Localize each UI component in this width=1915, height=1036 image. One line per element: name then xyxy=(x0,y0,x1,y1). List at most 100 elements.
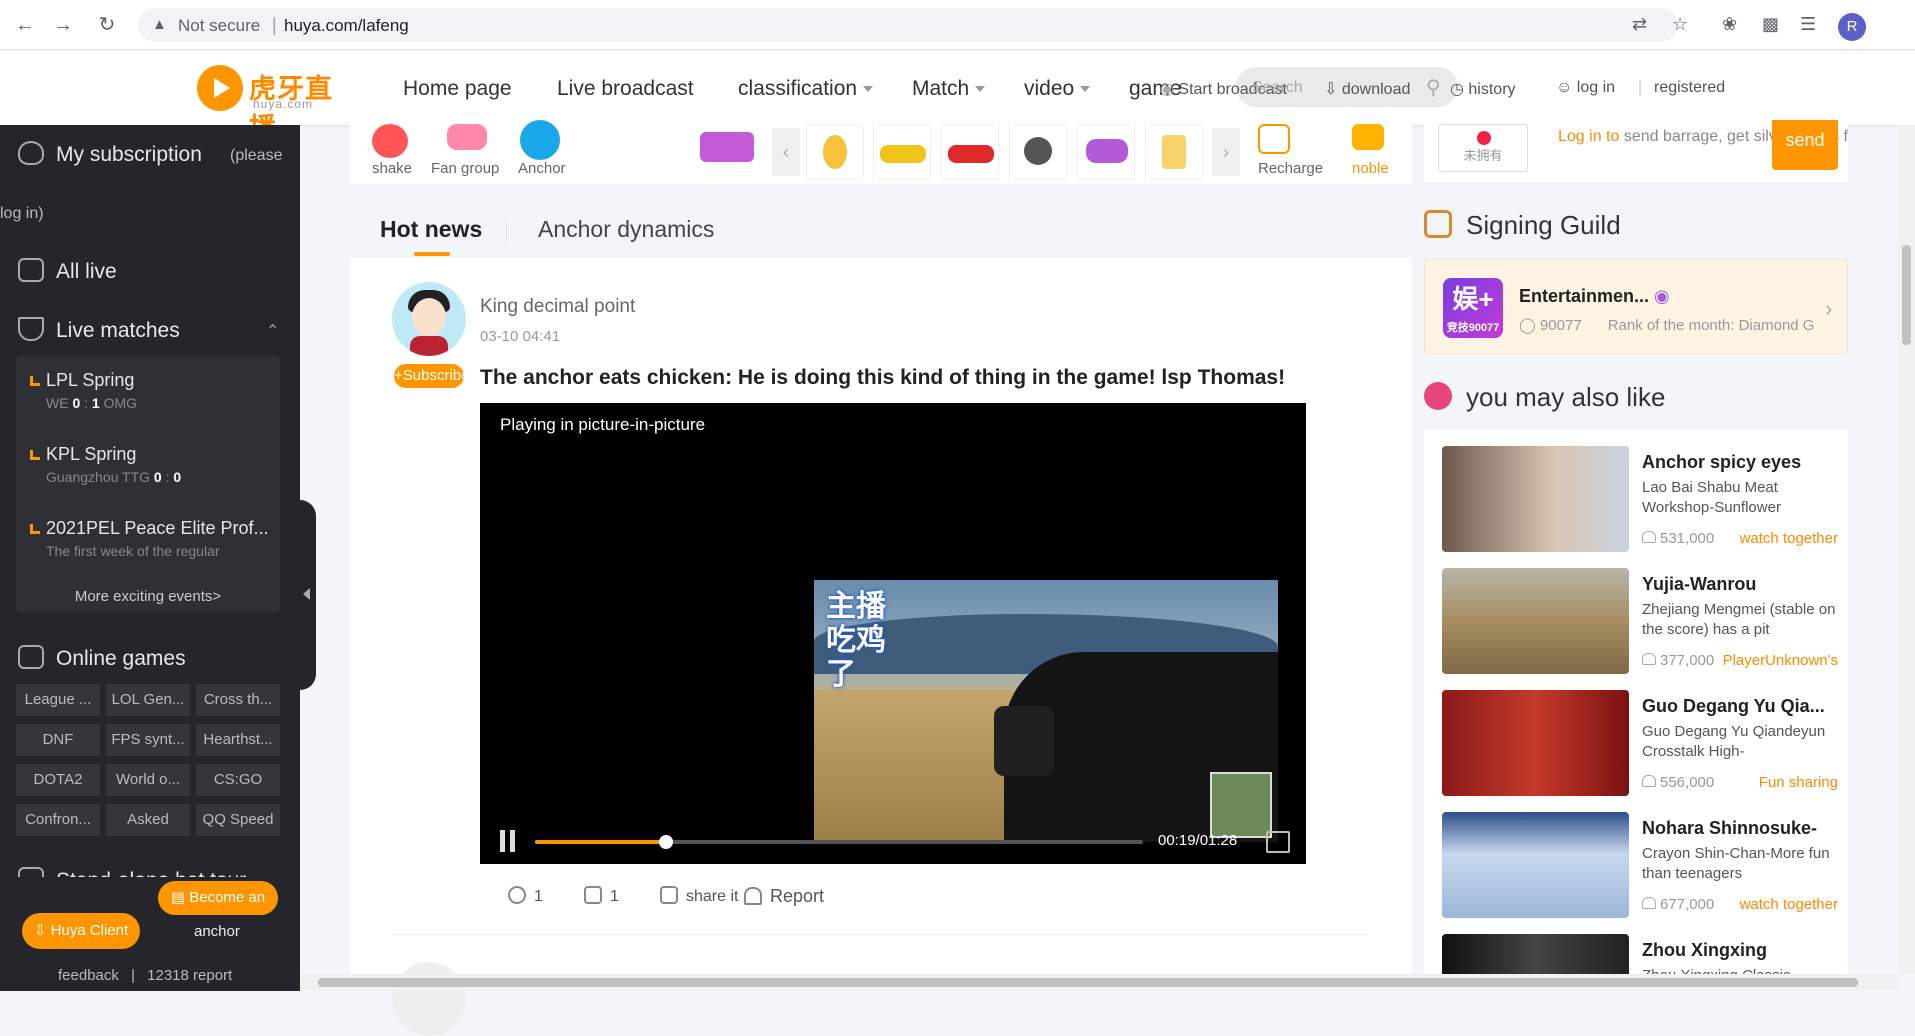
history-link[interactable]: ◷ history xyxy=(1450,79,1516,99)
post-divider xyxy=(392,934,1368,935)
gift-slot[interactable] xyxy=(1009,124,1067,180)
list-item[interactable]: Anchor spicy eyes Lao Bai Shabu Meat Wor… xyxy=(1442,446,1842,552)
nav-live-broadcast[interactable]: Live broadcast xyxy=(557,77,694,101)
register-link[interactable]: registered xyxy=(1654,79,1725,97)
sidebar-collapse-handle[interactable] xyxy=(300,500,316,690)
profile-avatar[interactable]: R xyxy=(1838,13,1866,41)
become-anchor-button[interactable]: ▤ Become an xyxy=(158,881,278,915)
gift-next-button[interactable]: › xyxy=(1212,128,1240,176)
video-progress-bar[interactable] xyxy=(535,835,1143,849)
list-item[interactable]: Guo Degang Yu Qia... Guo Degang Yu Qiand… xyxy=(1442,690,1842,796)
pause-icon[interactable] xyxy=(498,830,518,852)
collapse-chevron-icon[interactable]: ⌃ xyxy=(266,321,279,341)
match-item[interactable]: KPL Spring Guangzhou TTG 0 : 0 xyxy=(30,444,270,485)
back-icon[interactable]: ← xyxy=(12,12,38,38)
search-icon[interactable]: ⚲ xyxy=(1426,75,1441,100)
chevron-right-icon: › xyxy=(1825,296,1833,321)
gift-slot[interactable] xyxy=(873,124,931,180)
author-name[interactable]: King decimal point xyxy=(480,296,635,318)
noble-label[interactable]: noble xyxy=(1352,160,1389,177)
game-chip[interactable]: DNF xyxy=(16,724,100,756)
forward-icon[interactable]: → xyxy=(50,12,76,38)
reload-icon[interactable]: ↻ xyxy=(94,12,120,38)
game-chip[interactable]: DOTA2 xyxy=(16,764,100,796)
post-title[interactable]: The anchor eats chicken: He is doing thi… xyxy=(480,366,1285,390)
gift-slot[interactable] xyxy=(941,124,999,180)
like-button[interactable]: 1 xyxy=(584,886,619,906)
gift-slot[interactable] xyxy=(1145,124,1203,180)
game-chip[interactable]: Cross th... xyxy=(196,684,280,716)
match-item[interactable]: 2021PEL Peace Elite Prof... The first we… xyxy=(30,518,270,559)
crown-icon[interactable] xyxy=(1352,124,1384,150)
gift-prev-button[interactable]: ‹ xyxy=(772,128,800,176)
online-games[interactable]: Online games xyxy=(18,645,186,671)
anchor-label[interactable]: Anchor xyxy=(518,160,566,177)
login-link[interactable]: ☺ log in xyxy=(1556,79,1615,97)
gift-slot[interactable] xyxy=(1077,124,1135,180)
recharge-icon[interactable] xyxy=(1258,124,1290,154)
shake-icon[interactable] xyxy=(372,124,408,158)
horizontal-scrollbar[interactable] xyxy=(300,974,1898,991)
download-link[interactable]: ⇩ download xyxy=(1324,79,1410,99)
report-link[interactable]: 12318 report xyxy=(147,967,232,984)
nav-match[interactable]: Match xyxy=(912,77,986,101)
content-tabs: Hot news Anchor dynamics xyxy=(350,200,1412,258)
guild-card[interactable]: 娱+ 竞技90077 Entertainmen... ◉ ◯ 90077 Rank … xyxy=(1424,259,1848,354)
tab-hot-news[interactable]: Hot news xyxy=(380,216,482,243)
game-chip[interactable]: League ... xyxy=(16,684,100,716)
game-chip[interactable]: World o... xyxy=(106,764,190,796)
scrollbar-thumb[interactable] xyxy=(1902,245,1911,345)
translate-icon[interactable]: ⇄ xyxy=(1632,14,1647,35)
list-item[interactable]: Yujia-Wanrou Zhejiang Mengmei (stable on… xyxy=(1442,568,1842,674)
my-subscription[interactable]: My subscription xyxy=(18,141,202,167)
puzzle-icon[interactable]: ▩ xyxy=(1762,14,1779,35)
video-progress-handle[interactable] xyxy=(659,835,674,849)
scrollbar-thumb[interactable] xyxy=(318,978,1858,987)
search-placeholder: Search xyxy=(1252,79,1303,96)
gift-slot[interactable] xyxy=(806,124,864,180)
game-chip[interactable]: Confron... xyxy=(16,804,100,836)
fan-group-label[interactable]: Fan group xyxy=(431,160,499,177)
list-item[interactable]: Nohara Shinnosuke- Crayon Shin-Chan-More… xyxy=(1442,812,1842,918)
game-chip[interactable]: CS:GO xyxy=(196,764,280,796)
video-player[interactable]: Playing in picture-in-picture 主播吃鸡了 00:1… xyxy=(480,403,1306,864)
volume-icon[interactable] xyxy=(1266,831,1290,853)
author-avatar[interactable] xyxy=(392,282,466,356)
address-bar[interactable]: ▲ Not secure | huya.com/lafeng xyxy=(138,8,1678,42)
extension-icon[interactable]: ❀ xyxy=(1722,14,1737,35)
share-button[interactable]: share it xyxy=(660,886,738,906)
game-chip[interactable]: LOL Gen... xyxy=(106,684,190,716)
vertical-scrollbar[interactable] xyxy=(1898,125,1915,975)
weekly-star-icon[interactable] xyxy=(700,132,754,162)
huya-client-button[interactable]: ⇩ Huya Client xyxy=(22,913,140,949)
shake-label[interactable]: shake xyxy=(372,160,412,177)
bookmark-star-icon[interactable]: ☆ xyxy=(1672,14,1688,35)
anchor-badge-icon[interactable] xyxy=(520,120,560,160)
url-text[interactable]: huya.com/lafeng xyxy=(284,16,409,36)
online-games-label: Online games xyxy=(56,647,186,670)
live-matches[interactable]: Live matches xyxy=(18,317,180,343)
subscribe-button[interactable]: +Subscribe xyxy=(394,364,464,388)
nav-home[interactable]: Home page xyxy=(403,77,512,101)
media-queue-icon[interactable]: ☰ xyxy=(1800,14,1816,35)
barrage-login-link[interactable]: Log in to xyxy=(1558,128,1619,145)
more-events-link[interactable]: More exciting events> xyxy=(16,588,280,605)
feedback-link[interactable]: feedback xyxy=(58,967,119,984)
fan-group-icon[interactable] xyxy=(447,124,487,150)
nav-video[interactable]: video xyxy=(1024,77,1091,101)
match-item[interactable]: LPL Spring WE 0 : 1 OMG xyxy=(30,370,270,411)
tab-anchor-dynamics[interactable]: Anchor dynamics xyxy=(538,216,714,243)
all-live[interactable]: All live xyxy=(18,258,117,284)
send-button[interactable]: send xyxy=(1772,120,1838,170)
nav-classification[interactable]: classification xyxy=(738,77,874,101)
game-chip[interactable]: FPS synt... xyxy=(106,724,190,756)
game-chip[interactable]: QQ Speed xyxy=(196,804,280,836)
report-button[interactable]: Report xyxy=(744,886,824,907)
live-bars-icon xyxy=(30,524,40,534)
comment-button[interactable]: 1 xyxy=(508,886,543,906)
game-chip[interactable]: Asked xyxy=(106,804,190,836)
huya-logo[interactable]: 虎牙直播 huya.com xyxy=(197,65,349,143)
become-anchor-label-2[interactable]: anchor xyxy=(194,923,240,940)
recharge-label[interactable]: Recharge xyxy=(1258,160,1323,177)
game-chip[interactable]: Hearthst... xyxy=(196,724,280,756)
